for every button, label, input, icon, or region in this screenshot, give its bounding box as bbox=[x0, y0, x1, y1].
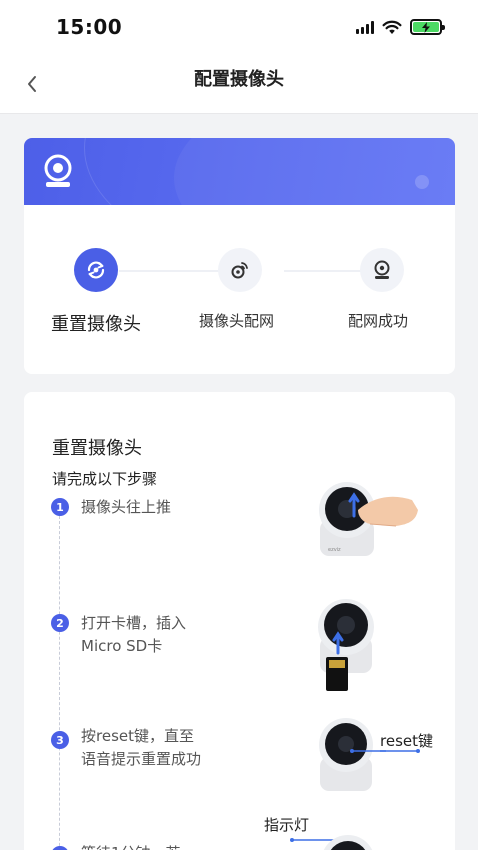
svg-text:ezviz: ezviz bbox=[328, 547, 341, 553]
progress-card: 重置摄像头 摄像头配网 配网成功 bbox=[24, 138, 455, 374]
camera-success-icon bbox=[374, 260, 390, 279]
step-number-4: 4 bbox=[51, 846, 69, 850]
step-number-3: 3 bbox=[51, 731, 69, 749]
step-text-4: 等待1分钟，若 bbox=[81, 842, 231, 850]
status-time: 15:00 bbox=[56, 15, 123, 39]
camera-reset-illustration bbox=[319, 718, 386, 791]
camera-icon bbox=[44, 154, 72, 187]
step-text-1: 摄像头往上推 bbox=[81, 498, 172, 516]
instructions-card: 重置摄像头 请完成以下步骤 1 摄像头往上推 2 打开卡槽，插入Micro SD… bbox=[24, 392, 455, 850]
step-node-success bbox=[360, 248, 404, 292]
step-node-reset bbox=[74, 248, 118, 292]
step-label-reset: 重置摄像头 bbox=[51, 314, 141, 335]
camera-sdcard-illustration bbox=[318, 599, 374, 691]
timeline-line bbox=[59, 516, 60, 850]
section-title: 重置摄像头 bbox=[52, 438, 142, 459]
step-label-success: 配网成功 bbox=[348, 312, 409, 330]
page-title: 配置摄像头 bbox=[194, 69, 284, 90]
step-node-network bbox=[218, 248, 262, 292]
reset-camera-icon bbox=[87, 261, 105, 279]
stepper: 重置摄像头 摄像头配网 配网成功 bbox=[24, 205, 455, 374]
wifi-icon bbox=[382, 20, 402, 34]
status-icons bbox=[356, 19, 445, 35]
camera-network-icon bbox=[231, 262, 248, 279]
step-label-network: 摄像头配网 bbox=[199, 312, 275, 330]
camera-push-illustration: ezviz bbox=[319, 482, 418, 556]
step-number-2: 2 bbox=[51, 614, 69, 632]
step-number-1: 1 bbox=[51, 498, 69, 516]
step-text-2: 打开卡槽，插入Micro SD卡 bbox=[81, 614, 187, 655]
battery-icon bbox=[410, 19, 445, 35]
reset-pointer-line bbox=[380, 749, 420, 753]
step-text-3: 按reset键，直至语音提示重置成功 bbox=[81, 727, 202, 768]
section-subtitle: 请完成以下步骤 bbox=[52, 470, 158, 488]
camera-indicator-illustration bbox=[290, 835, 373, 850]
cellular-signal-icon bbox=[356, 20, 374, 34]
card-banner bbox=[24, 138, 455, 205]
nav-bar: 配置摄像头 bbox=[0, 58, 478, 114]
status-bar: 15:00 bbox=[0, 0, 478, 58]
